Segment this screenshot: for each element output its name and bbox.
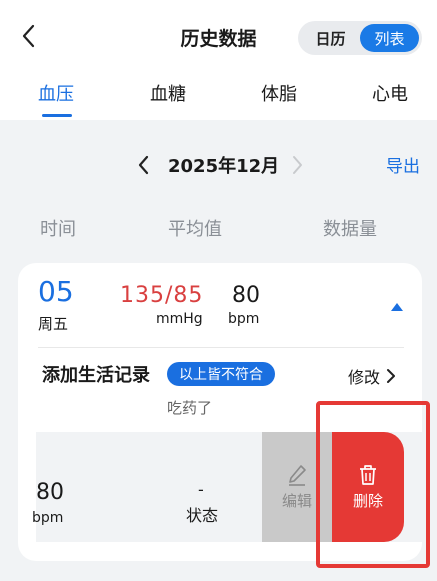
column-average: 平均值 <box>168 219 222 240</box>
column-count: 数据量 <box>323 219 377 240</box>
state-label: 状态 <box>186 506 219 525</box>
column-time: 时间 <box>40 219 76 240</box>
tab-indicator <box>42 114 72 117</box>
divider <box>38 347 404 348</box>
swiped-heart-rate-unit: bpm <box>32 510 64 526</box>
view-toggle-calendar[interactable]: 日历 <box>301 24 360 52</box>
month-selector: 2025年12月 导出 <box>0 148 437 182</box>
prev-month-button[interactable] <box>133 152 155 178</box>
month-label: 2025年12月 <box>168 156 280 177</box>
collapse-button[interactable] <box>390 297 404 311</box>
life-record-title: 添加生活记录 <box>42 365 150 386</box>
life-record-badge: 以上皆不符合 <box>167 362 275 386</box>
edit-label: 编辑 <box>281 491 312 510</box>
life-record-note: 吃药了 <box>167 399 213 417</box>
category-tabs: 血压 血糖 体脂 心电 <box>0 80 437 120</box>
tab-blood-sugar[interactable]: 血糖 <box>150 80 186 106</box>
modify-button[interactable]: 修改 <box>348 364 396 388</box>
chevron-right-icon <box>387 369 396 383</box>
heart-rate-value: 80 <box>232 283 260 308</box>
record-weekday: 周五 <box>38 315 69 333</box>
heart-rate-unit: bpm <box>228 311 260 327</box>
highlight-box <box>316 401 430 568</box>
view-toggle: 日历 列表 <box>298 21 422 55</box>
view-toggle-list[interactable]: 列表 <box>360 24 419 52</box>
record-day: 05 <box>38 275 74 308</box>
state-value: - <box>198 480 204 499</box>
chevron-left-icon <box>138 155 149 175</box>
modify-label: 修改 <box>348 368 381 387</box>
tab-body-fat[interactable]: 体脂 <box>261 80 297 106</box>
swiped-heart-rate-value: 80 <box>36 480 64 505</box>
bp-value: 135/85 <box>120 283 204 308</box>
pencil-icon <box>289 464 306 486</box>
export-button[interactable]: 导出 <box>386 152 420 177</box>
tab-blood-pressure[interactable]: 血压 <box>38 80 74 106</box>
next-month-button[interactable] <box>286 152 308 178</box>
tab-ecg[interactable]: 心电 <box>372 80 408 106</box>
top-area: 历史数据 日历 列表 血压 血糖 体脂 心电 <box>0 0 437 120</box>
bp-unit: mmHg <box>156 311 203 327</box>
chevron-right-icon <box>293 156 302 174</box>
triangle-up-icon <box>391 303 403 311</box>
